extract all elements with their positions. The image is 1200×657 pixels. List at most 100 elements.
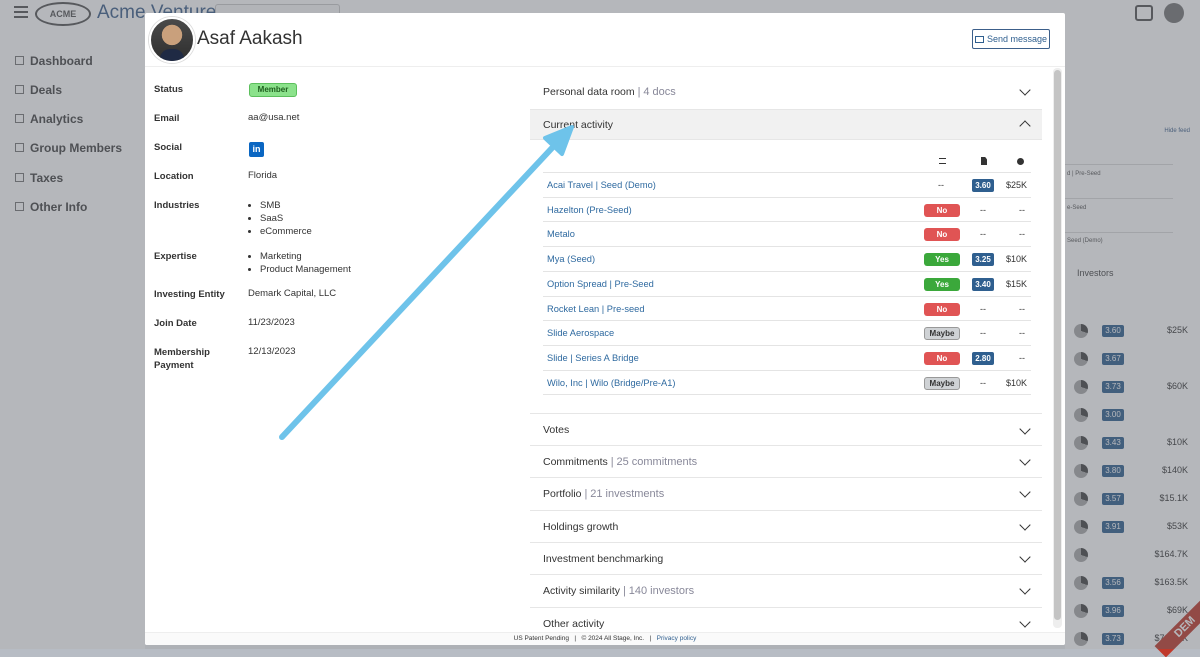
votes-title: Votes bbox=[543, 424, 570, 436]
document-icon[interactable] bbox=[981, 157, 987, 165]
location-value: Florida bbox=[248, 170, 278, 181]
empty-score: -- bbox=[980, 204, 986, 215]
separator: | bbox=[584, 488, 588, 500]
social-label: Social bbox=[154, 142, 182, 153]
activity-similarity-count: 140 investors bbox=[628, 585, 695, 597]
accordion-personal-data-room[interactable]: Personal data room | 4 docs bbox=[530, 76, 1042, 110]
status-badge: Member bbox=[249, 83, 297, 97]
score-badge: 3.60 bbox=[972, 179, 994, 192]
linkedin-icon[interactable]: in bbox=[249, 142, 264, 157]
vote-badge: Maybe bbox=[924, 327, 960, 341]
join-date-value: 11/23/2023 bbox=[248, 317, 295, 328]
table-row[interactable]: Slide | Series A Bridge No 2.80 -- bbox=[543, 344, 1031, 370]
empty-amount: -- bbox=[1019, 352, 1025, 363]
accordion-holdings-growth[interactable]: Holdings growth bbox=[530, 511, 1042, 543]
accordion-current-activity[interactable]: Current activity bbox=[530, 110, 1042, 140]
deal-link[interactable]: Slide Aerospace bbox=[547, 328, 614, 338]
vote-badge: Yes bbox=[924, 253, 960, 267]
patent-text: US Patent Pending bbox=[513, 635, 569, 642]
modal-scrollbar[interactable] bbox=[1053, 68, 1062, 628]
email-label: Email bbox=[154, 113, 180, 124]
commitments-title: Commitments bbox=[543, 456, 608, 468]
location-label: Location bbox=[154, 171, 194, 182]
accordion-title: Activity similarity | 140 investors bbox=[543, 585, 694, 597]
data-room-title: Personal data room bbox=[543, 86, 635, 98]
expertise-list: Marketing Product Management bbox=[248, 250, 351, 276]
chevron-down-icon[interactable] bbox=[1019, 551, 1031, 563]
score-badge: 3.40 bbox=[972, 277, 994, 291]
privacy-policy-link[interactable]: Privacy policy bbox=[657, 635, 697, 642]
separator: | bbox=[610, 456, 614, 468]
investing-entity-label: Investing Entity bbox=[154, 289, 225, 300]
chevron-down-icon[interactable] bbox=[1019, 616, 1031, 628]
vote-badge: No bbox=[924, 351, 960, 365]
activity-panel: Personal data room | 4 docs Current acti… bbox=[530, 76, 1042, 645]
industries-label: Industries bbox=[154, 200, 200, 211]
table-row[interactable]: Hazelton (Pre-Seed) No -- -- bbox=[543, 196, 1031, 222]
chevron-down-icon[interactable] bbox=[1019, 423, 1031, 435]
score-badge: 3.25 bbox=[972, 253, 994, 267]
vote-badge: Maybe bbox=[924, 376, 960, 390]
deal-link[interactable]: Rocket Lean | Pre-seed bbox=[547, 304, 645, 314]
chevron-down-icon[interactable] bbox=[1019, 519, 1031, 531]
empty-score: -- bbox=[980, 229, 986, 240]
accordion-activity-similarity[interactable]: Activity similarity | 140 investors bbox=[530, 575, 1042, 608]
info-icon[interactable] bbox=[1017, 158, 1024, 165]
deal-link[interactable]: Metalo bbox=[547, 229, 575, 239]
member-avatar bbox=[149, 17, 195, 63]
deal-link[interactable]: Mya (Seed) bbox=[547, 254, 595, 264]
table-row[interactable]: Rocket Lean | Pre-seed No -- -- bbox=[543, 295, 1031, 321]
current-activity-title: Current activity bbox=[543, 119, 614, 131]
chevron-down-icon[interactable] bbox=[1019, 486, 1031, 498]
accordion-votes[interactable]: Votes bbox=[530, 413, 1042, 446]
separator: | bbox=[622, 585, 626, 597]
chevron-down-icon[interactable] bbox=[1019, 84, 1031, 96]
amount-value: $10K bbox=[1005, 377, 1027, 388]
table-row[interactable]: Mya (Seed) Yes 3.25 $10K bbox=[543, 246, 1031, 271]
portfolio-title: Portfolio bbox=[543, 488, 582, 500]
chevron-down-icon[interactable] bbox=[1019, 583, 1031, 595]
deal-link[interactable]: Hazelton (Pre-Seed) bbox=[547, 205, 632, 215]
message-icon bbox=[974, 35, 984, 43]
list-item: eCommerce bbox=[260, 225, 312, 238]
empty-vote: -- bbox=[938, 180, 944, 190]
chevron-down-icon[interactable] bbox=[1019, 454, 1031, 466]
vote-badge: Yes bbox=[924, 277, 960, 291]
deal-link[interactable]: Acai Travel | Seed (Demo) bbox=[547, 180, 656, 190]
score-badge: 2.80 bbox=[972, 351, 994, 365]
table-row[interactable]: Acai Travel | Seed (Demo) -- 3.60 $25K bbox=[543, 172, 1031, 197]
activity-similarity-title: Activity similarity bbox=[543, 585, 621, 597]
modal-footer: US Patent Pending | © 2024 All Stage, In… bbox=[145, 632, 1065, 645]
accordion-investment-benchmarking[interactable]: Investment benchmarking bbox=[530, 543, 1042, 575]
accordion-title: Commitments | 25 commitments bbox=[543, 456, 697, 468]
accordion-commitments[interactable]: Commitments | 25 commitments bbox=[530, 446, 1042, 478]
list-item: Marketing bbox=[260, 250, 351, 263]
table-row[interactable]: Metalo No -- -- bbox=[543, 221, 1031, 246]
accordion-title: Portfolio | 21 investments bbox=[543, 488, 664, 500]
investment-benchmarking-title: Investment benchmarking bbox=[543, 553, 664, 565]
separator: | bbox=[637, 86, 641, 98]
send-message-button[interactable]: Send message bbox=[972, 29, 1050, 49]
vote-badge: No bbox=[924, 302, 960, 316]
deal-link[interactable]: Wilo, Inc | Wilo (Bridge/Pre-A1) bbox=[547, 378, 675, 388]
amount-value: $10K bbox=[1005, 254, 1027, 265]
scrollbar-thumb[interactable] bbox=[1054, 70, 1061, 620]
deal-link[interactable]: Slide | Series A Bridge bbox=[547, 353, 639, 363]
list-item: Product Management bbox=[260, 263, 351, 276]
table-row[interactable]: Wilo, Inc | Wilo (Bridge/Pre-A1) Maybe -- $… bbox=[543, 369, 1031, 395]
deal-link[interactable]: Option Spread | Pre-Seed bbox=[547, 279, 654, 289]
member-name: Asaf Aakash bbox=[197, 28, 303, 49]
investing-entity-value: Demark Capital, LLC bbox=[248, 288, 337, 299]
list-item: SaaS bbox=[260, 212, 312, 225]
list-icon[interactable] bbox=[939, 158, 946, 164]
chevron-up-icon[interactable] bbox=[1019, 120, 1031, 132]
empty-amount: -- bbox=[1019, 328, 1025, 339]
modal-header: Asaf Aakash Send message bbox=[145, 13, 1065, 67]
accordion-portfolio[interactable]: Portfolio | 21 investments bbox=[530, 478, 1042, 511]
copyright-text: © 2024 All Stage, Inc. bbox=[581, 635, 645, 642]
email-value[interactable]: aa@usa.net bbox=[248, 112, 299, 123]
amount-value: $15K bbox=[1005, 278, 1027, 289]
table-row[interactable]: Slide Aerospace Maybe -- -- bbox=[543, 320, 1031, 345]
table-row[interactable]: Option Spread | Pre-Seed Yes 3.40 $15K bbox=[543, 270, 1031, 296]
status-label: Status bbox=[154, 84, 184, 95]
